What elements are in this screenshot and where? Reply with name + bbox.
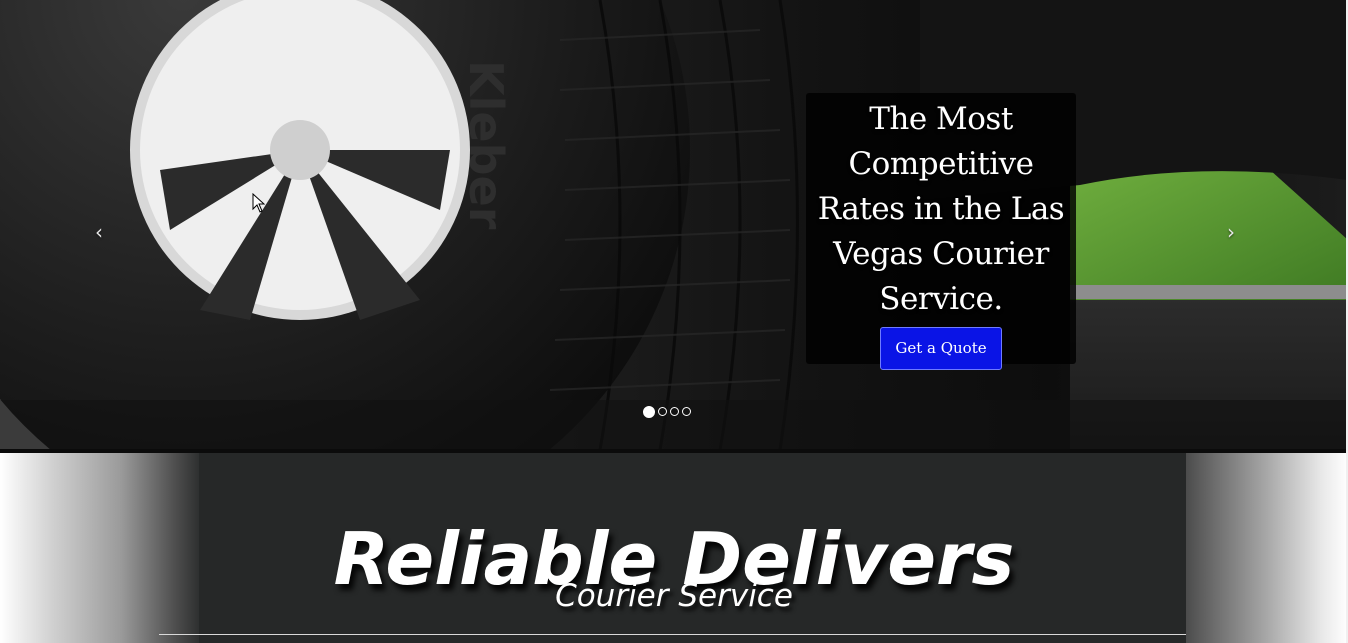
- carousel-next-button[interactable]: ›: [1216, 212, 1246, 252]
- chevron-right-icon: ›: [1227, 220, 1235, 244]
- get-quote-button[interactable]: Get a Quote: [880, 327, 1002, 370]
- divider: [159, 634, 1186, 635]
- carousel-caption: The Most Competitive Rates in the Las Ve…: [806, 93, 1076, 370]
- page: Kleber ‹ › The Most Competitive Rates in…: [0, 0, 1348, 643]
- hero-carousel: Kleber ‹ › The Most Competitive Rates in…: [0, 0, 1348, 450]
- chevron-left-icon: ‹: [95, 220, 103, 244]
- carousel-indicator-4[interactable]: [682, 407, 691, 416]
- brand-subtitle: Courier Service: [555, 578, 793, 614]
- caption-title: The Most Competitive Rates in the Las Ve…: [817, 101, 1065, 317]
- carousel-prev-button[interactable]: ‹: [84, 212, 114, 252]
- carousel-indicator-2[interactable]: [658, 407, 667, 416]
- carousel-indicators: [643, 406, 691, 419]
- carousel-indicator-3[interactable]: [670, 407, 679, 416]
- carousel-indicator-1[interactable]: [643, 406, 655, 418]
- carousel-slide-image: Kleber: [0, 0, 1348, 450]
- mouse-cursor-icon: [252, 193, 266, 213]
